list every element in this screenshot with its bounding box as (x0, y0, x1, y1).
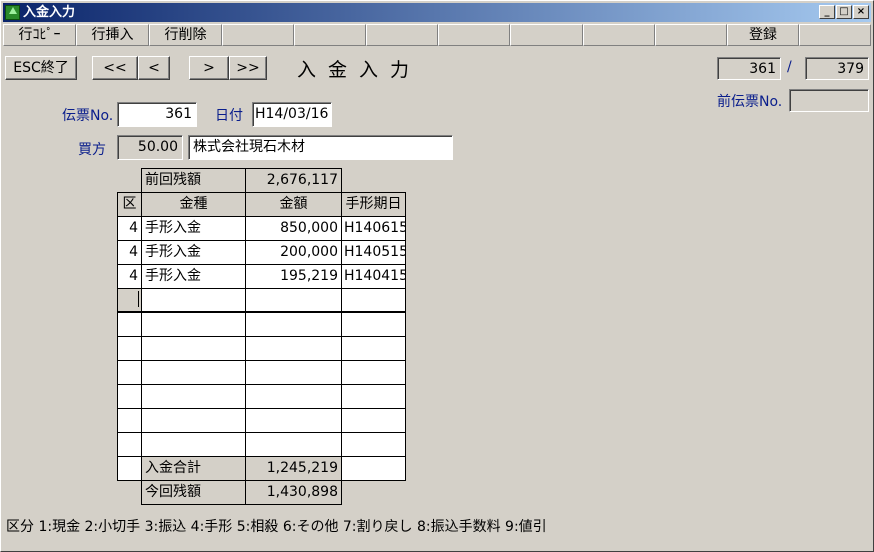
slip-no-input[interactable]: 361 (117, 102, 197, 127)
cell-due[interactable] (341, 456, 406, 481)
cell-due[interactable] (341, 408, 406, 433)
next-record-button[interactable]: > (189, 56, 229, 80)
cell-kubun[interactable] (117, 384, 142, 409)
esc-exit-button[interactable]: ESC終了 (5, 56, 77, 80)
date-input[interactable]: H14/03/16 (252, 102, 332, 127)
cell-due[interactable] (341, 312, 406, 337)
cell-kind[interactable] (141, 384, 246, 409)
current-balance-value: 1,430,898 (245, 480, 342, 505)
cell-amount[interactable] (245, 360, 342, 385)
cell-due[interactable] (341, 288, 406, 313)
first-record-button[interactable]: << (92, 56, 138, 80)
cell-kind[interactable] (141, 408, 246, 433)
col-header-amount: 金額 (245, 192, 342, 217)
cell-due[interactable]: H140415 (341, 264, 406, 289)
cell-kubun[interactable]: 4 (117, 264, 142, 289)
cell-amount[interactable] (245, 336, 342, 361)
cell-kubun[interactable] (117, 312, 142, 337)
cell-due[interactable] (341, 432, 406, 457)
buyer-label: 買方 (78, 142, 106, 158)
cell-amount[interactable] (245, 384, 342, 409)
function-key-7[interactable] (438, 24, 510, 46)
cell-kind[interactable] (141, 360, 246, 385)
text-cursor (138, 291, 139, 307)
register-button[interactable]: 登録 (727, 24, 799, 46)
slip-no-label: 伝票No. (62, 108, 114, 124)
prev-slip-field (789, 89, 869, 112)
prev-record-button[interactable]: < (138, 56, 170, 80)
cell-amount[interactable]: 195,219 (245, 264, 342, 289)
maximize-button[interactable]: □ (836, 5, 852, 19)
buyer-code-field[interactable]: 50.00 (117, 135, 183, 160)
screen-title: 入金入力 (297, 59, 422, 81)
function-bar: 行ｺﾋﾟｰ 行挿入 行削除 登録 (3, 24, 871, 46)
cell-kind[interactable] (141, 288, 246, 313)
cell-due[interactable] (341, 384, 406, 409)
last-record-button[interactable]: >> (229, 56, 267, 80)
row-delete-button[interactable]: 行削除 (149, 24, 222, 46)
title-bar[interactable]: 入金入力 _ □ × (3, 3, 871, 22)
window-title: 入金入力 (23, 5, 76, 20)
function-key-10[interactable] (655, 24, 727, 46)
cell-amount[interactable] (245, 312, 342, 337)
col-header-kind: 金種 (141, 192, 246, 217)
record-total: 379 (805, 57, 869, 80)
cell-kubun[interactable]: 4 (117, 216, 142, 241)
cell-due[interactable]: H140615 (341, 216, 406, 241)
app-icon (5, 5, 20, 20)
cell-kind[interactable]: 手形入金 (141, 240, 246, 265)
row-copy-button[interactable]: 行ｺﾋﾟｰ (3, 24, 76, 46)
cell-kubun[interactable]: 4 (117, 240, 142, 265)
cell-due[interactable] (341, 336, 406, 361)
function-key-5[interactable] (294, 24, 366, 46)
cell-kind[interactable]: 手形入金 (141, 264, 246, 289)
function-key-4[interactable] (222, 24, 294, 46)
buyer-name-field[interactable]: 株式会社現石木材 (188, 135, 453, 160)
minimize-button[interactable]: _ (819, 5, 835, 19)
function-key-8[interactable] (510, 24, 583, 46)
total-label: 入金合計 (141, 456, 246, 481)
col-header-due: 手形期日 (341, 192, 406, 217)
current-balance-label: 今回残額 (141, 480, 246, 505)
total-value: 1,245,219 (245, 456, 342, 481)
close-button[interactable]: × (853, 5, 869, 19)
prev-slip-label: 前伝票No. (717, 94, 783, 110)
cell-amount[interactable] (245, 288, 342, 313)
prev-balance-label: 前回残額 (141, 168, 246, 193)
function-key-6[interactable] (366, 24, 438, 46)
cell-kubun[interactable] (117, 432, 142, 457)
cell-due[interactable] (341, 360, 406, 385)
cell-kubun[interactable] (117, 456, 142, 481)
cell-amount[interactable] (245, 432, 342, 457)
cell-kind[interactable] (141, 432, 246, 457)
date-label: 日付 (215, 108, 243, 124)
cell-kind[interactable]: 手形入金 (141, 216, 246, 241)
cell-kind[interactable] (141, 336, 246, 361)
cell-kubun[interactable] (117, 360, 142, 385)
cell-kind[interactable] (141, 312, 246, 337)
prev-balance-value: 2,676,117 (245, 168, 342, 193)
cell-amount[interactable] (245, 408, 342, 433)
cell-amount[interactable]: 850,000 (245, 216, 342, 241)
col-header-kubun: 区 (117, 192, 142, 217)
app-window: 入金入力 _ □ × 行ｺﾋﾟｰ 行挿入 行削除 登録 ESC終了 << < >… (0, 0, 874, 552)
record-separator: / (787, 59, 792, 75)
kubun-help-text: 区分 1:現金 2:小切手 3:振込 4:手形 5:相殺 6:その他 7:割り戻… (6, 519, 547, 535)
cell-kubun[interactable] (117, 408, 142, 433)
cell-kubun[interactable] (117, 336, 142, 361)
row-insert-button[interactable]: 行挿入 (76, 24, 149, 46)
function-key-12[interactable] (799, 24, 871, 46)
function-key-9[interactable] (583, 24, 655, 46)
cell-due[interactable]: H140515 (341, 240, 406, 265)
record-current: 361 (717, 57, 781, 80)
cell-amount[interactable]: 200,000 (245, 240, 342, 265)
